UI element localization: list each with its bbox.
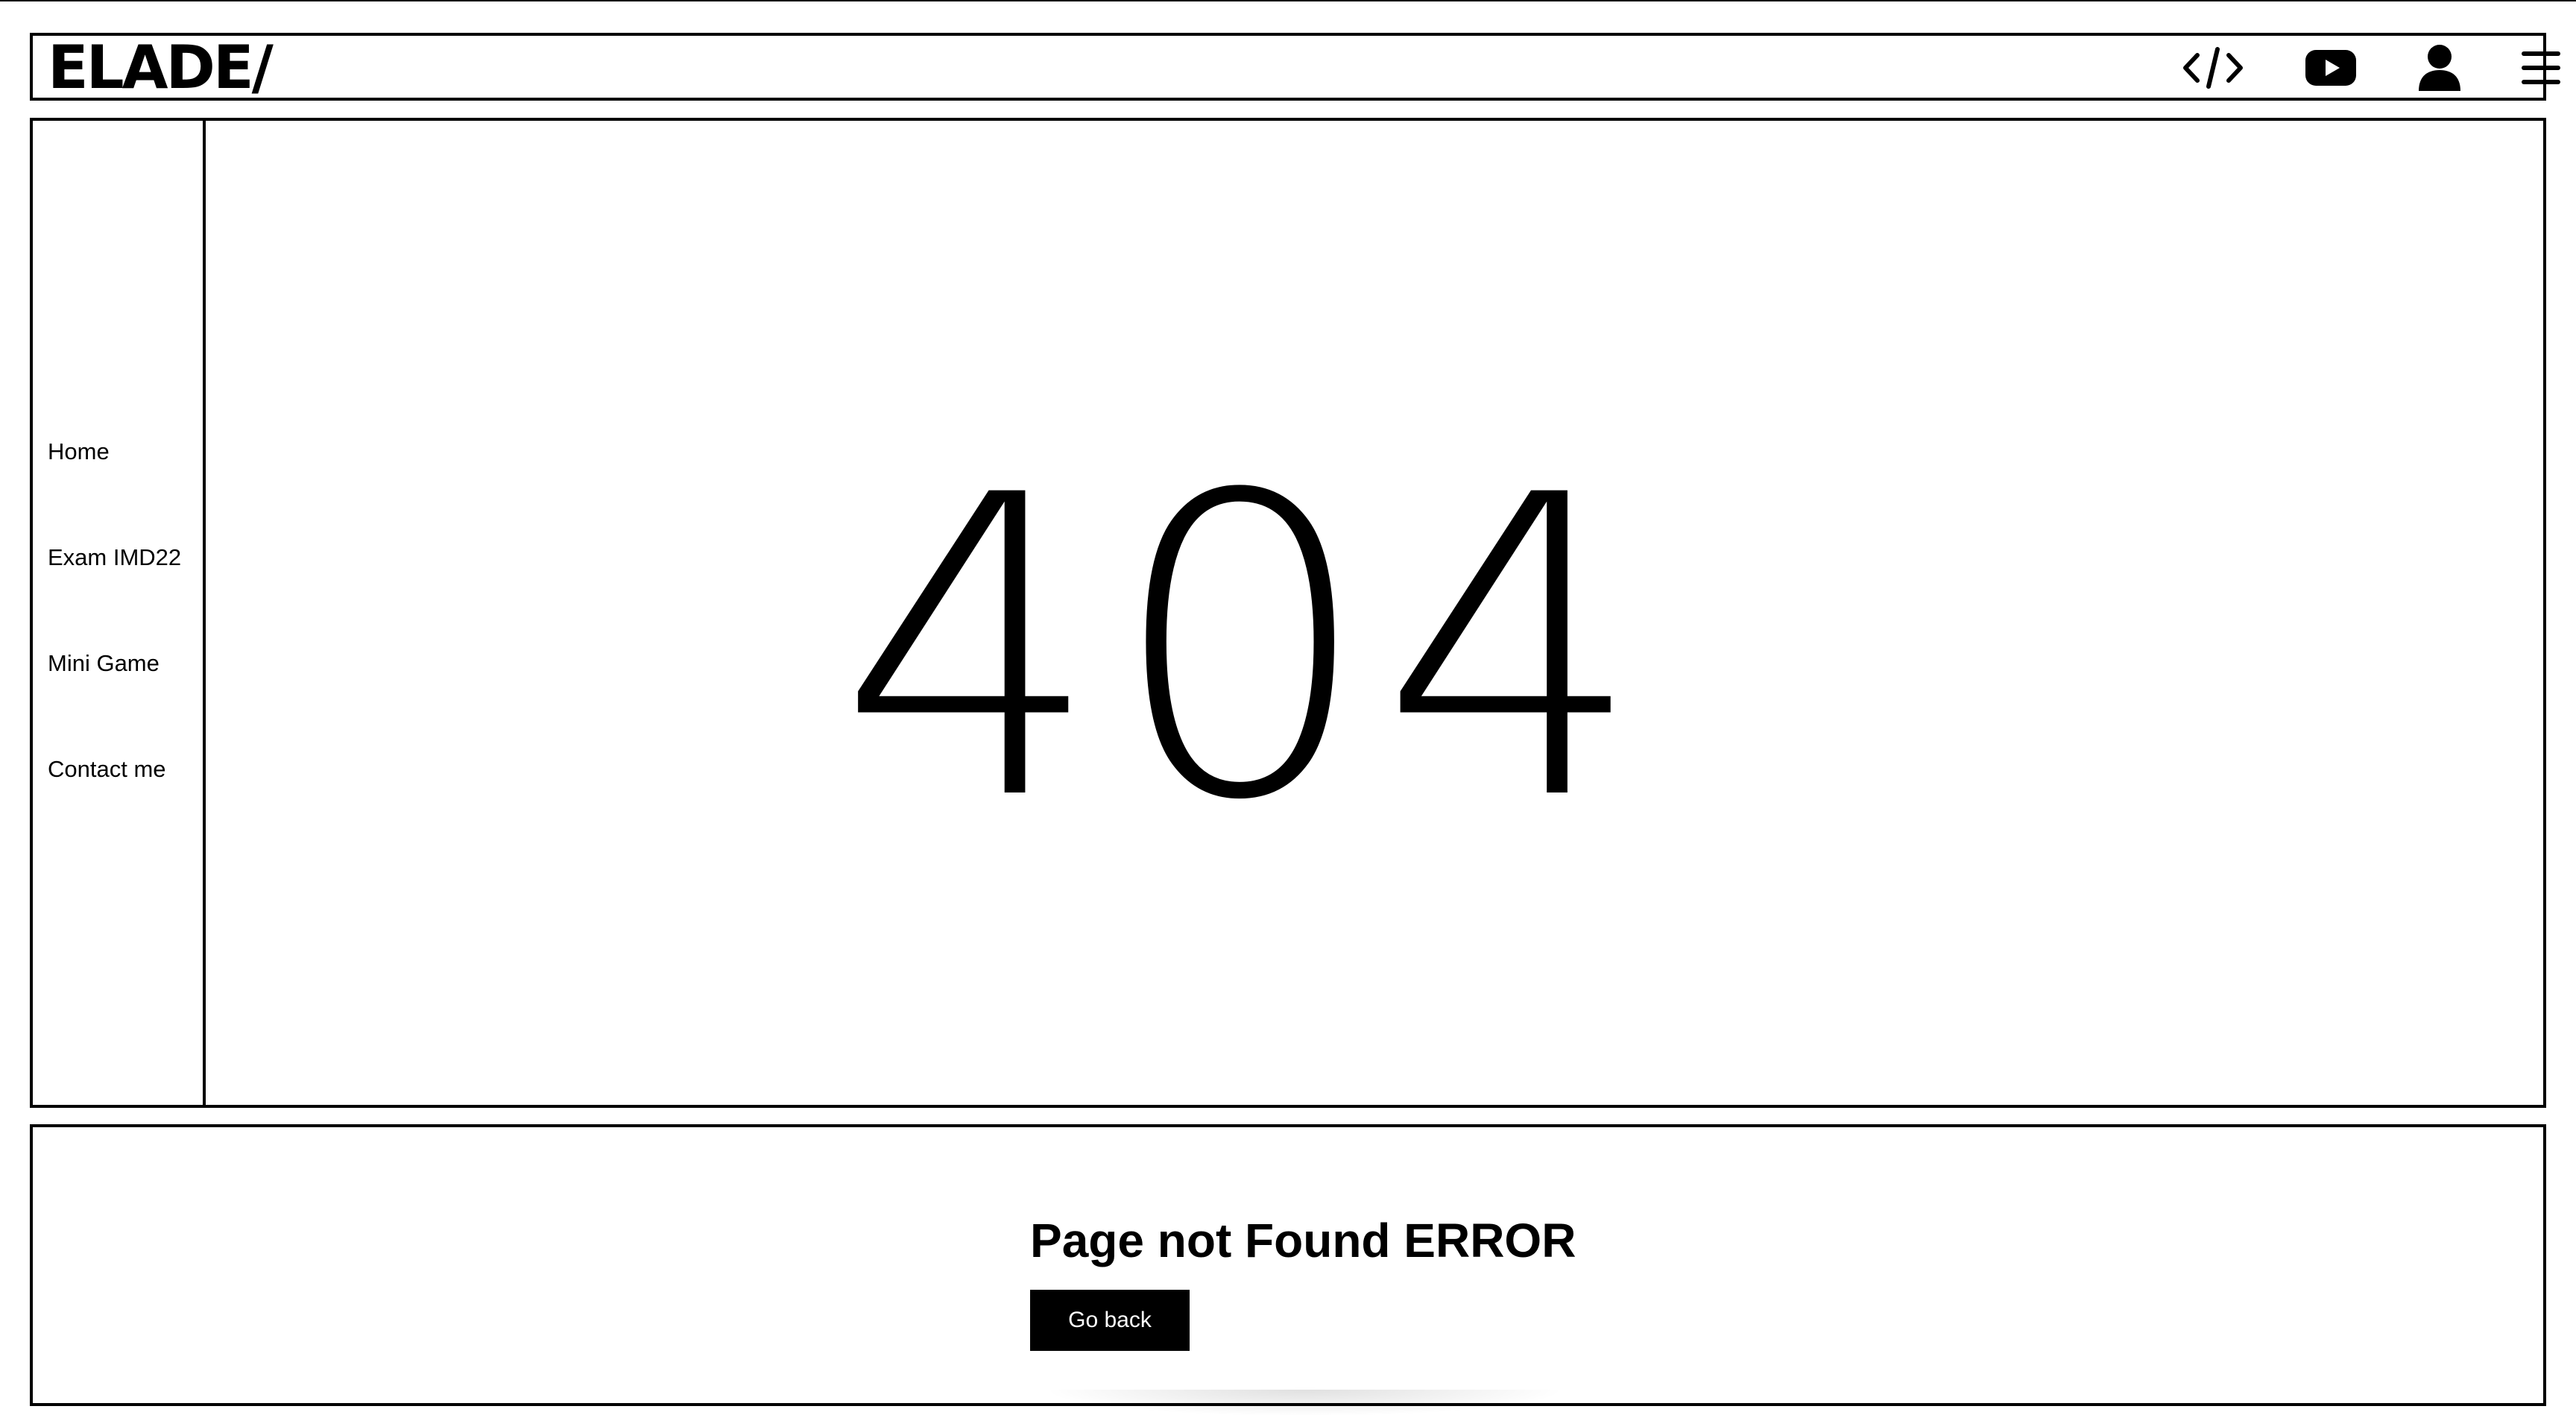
- sidebar-nav: Home Exam IMD22 Mini Game Contact me: [33, 121, 206, 1105]
- sidebar-item-exam-imd22[interactable]: Exam IMD22: [48, 543, 181, 573]
- go-back-button[interactable]: Go back: [1030, 1290, 1190, 1351]
- sidebar-item-mini-game[interactable]: Mini Game: [48, 649, 160, 678]
- top-header: ELADE/: [30, 33, 2560, 101]
- bottom-shadow: [1044, 1390, 1565, 1415]
- page: ELADE/ Home Exam IMD22 Mini Game Contact…: [0, 0, 2576, 1415]
- error-code-404: 404: [838, 409, 1652, 891]
- main-panel: Home Exam IMD22 Mini Game Contact me 404: [30, 118, 2546, 1108]
- youtube-icon[interactable]: [2299, 45, 2363, 91]
- sidebar-item-contact-me[interactable]: Contact me: [48, 754, 166, 784]
- error-footer-panel: Page not Found ERROR Go back: [30, 1124, 2546, 1406]
- user-icon[interactable]: [2408, 45, 2472, 91]
- sidebar-item-home[interactable]: Home: [48, 437, 110, 467]
- code-icon[interactable]: [2181, 45, 2245, 91]
- hamburger-menu-icon[interactable]: [2509, 45, 2573, 91]
- error-title: Page not Found ERROR: [1030, 1214, 1576, 1267]
- site-logo[interactable]: ELADE/: [48, 37, 274, 98]
